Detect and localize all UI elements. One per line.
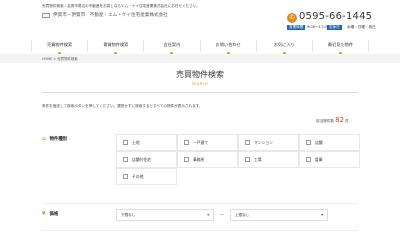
main-nav: 売買物件検索 賃貸物件検索 会社案内 お問い合わせ お気に入り 最近見た物件 [31,38,370,55]
nav-label: 売買物件検索 [47,42,73,47]
option-other[interactable]: その他 [116,168,177,185]
option-shop-house[interactable]: 店舗付住宅 [116,151,177,168]
checkbox[interactable] [184,157,189,162]
option-label: マンション [254,139,273,145]
checkbox[interactable] [184,140,189,145]
option-label: 事務所 [193,156,205,162]
search-description: 条件を指定して検索ボタンを押してください。選択せずに検索するとすべての物件が表示… [42,104,203,108]
price-range: 下限なし ▾ ～ 上限なし ▾ [116,209,328,221]
yen-icon: ¥ [42,211,46,217]
phone-icon: ✆ [287,13,297,23]
option-label: 倉庫 [315,156,323,162]
breadcrumb: HOME > 売買物件検索 [42,56,78,61]
logo-text: 伊賀市・伊賀市 不動産｜エム・ケイ住宅産業株式会社 [53,13,168,18]
nav-item-rental-search[interactable]: 賃貸物件検索 [87,40,143,55]
nav-label: お気に入り [273,42,295,47]
breadcrumb-current: 売買物件検索 [57,57,78,61]
checkbox[interactable] [245,157,250,162]
option-mansion[interactable]: マンション [238,134,299,151]
breadcrumb-separator: > [53,57,57,61]
count-label: 該当物件数 [316,119,334,123]
range-separator: ～ [220,212,224,217]
site-logo[interactable]: 伊賀市・伊賀市 不動産｜エム・ケイ住宅産業株式会社 [42,12,168,18]
nav-item-sale-search[interactable]: 売買物件検索 [31,40,87,55]
nav-label: お問い合わせ [215,42,241,47]
checkbox[interactable] [306,140,311,145]
nav-label: 会社案内 [163,42,181,47]
option-house[interactable]: 一戸建て [177,134,238,151]
option-shop[interactable]: 店舗 [299,134,360,151]
nav-item-recent[interactable]: 最近見た物件 [311,40,370,55]
checkbox[interactable] [306,157,311,162]
option-label: 土地 [132,139,140,145]
property-type-label: ⌂ 物件種別 [42,136,67,142]
checkbox[interactable] [245,140,250,145]
option-label: その他 [132,173,144,179]
holidays: 水曜・日曜・祝日 [347,25,376,29]
count-unit: 件 [345,119,349,123]
breadcrumb-home[interactable]: HOME [42,57,52,61]
holiday-label: 定休日 [327,25,342,30]
site-tagline: 売買物件検索｜名張市周辺の不動産をお探しならエム・ケイ住宅産業株式会社にお任せく… [42,4,201,8]
nav-label: 賃貸物件検索 [103,42,129,47]
option-label: 店舗付住宅 [132,156,151,162]
price-max-value: 上限なし [235,212,250,217]
checkbox[interactable] [123,140,128,145]
checkbox[interactable] [123,157,128,162]
option-factory[interactable]: 工場 [238,151,299,168]
page-subtitle: SEARCH [191,82,209,86]
business-hours: 9:00～17:00 [307,25,330,29]
divider [42,203,358,204]
logo-image [42,12,50,18]
option-land[interactable]: 土地 [116,134,177,151]
option-label: 一戸建て [193,139,209,145]
price-max-select[interactable]: 上限なし ▾ [230,209,328,221]
hours-label: 営業時間 [287,25,306,30]
nav-label: 最近見た物件 [327,42,354,47]
house-icon: ⌂ [42,136,46,142]
divider [42,230,358,231]
count-value: 82 [335,116,345,124]
chevron-down-icon: ▾ [321,213,323,217]
price-text: 価格 [49,212,59,217]
property-type-text: 物件種別 [49,137,68,142]
checkbox[interactable] [123,174,128,179]
chevron-down-icon: ▾ [207,213,209,217]
page-title: 売買物件検索 [176,70,224,79]
option-warehouse[interactable]: 倉庫 [299,151,360,168]
option-label: 店舗 [315,139,323,145]
phone-number[interactable]: 0595-66-1445 [299,11,372,22]
nav-item-company[interactable]: 会社案内 [143,40,199,55]
nav-item-favorites[interactable]: お気に入り [255,40,312,55]
divider [42,92,358,93]
option-office[interactable]: 事務所 [177,151,238,168]
result-count: 該当物件数 82 件 [316,116,349,124]
price-label: ¥ 価格 [42,211,58,217]
nav-item-contact[interactable]: お問い合わせ [199,40,256,55]
option-label: 工場 [254,156,262,162]
price-min-value: 下限なし [121,212,136,217]
price-min-select[interactable]: 下限なし ▾ [116,209,214,221]
